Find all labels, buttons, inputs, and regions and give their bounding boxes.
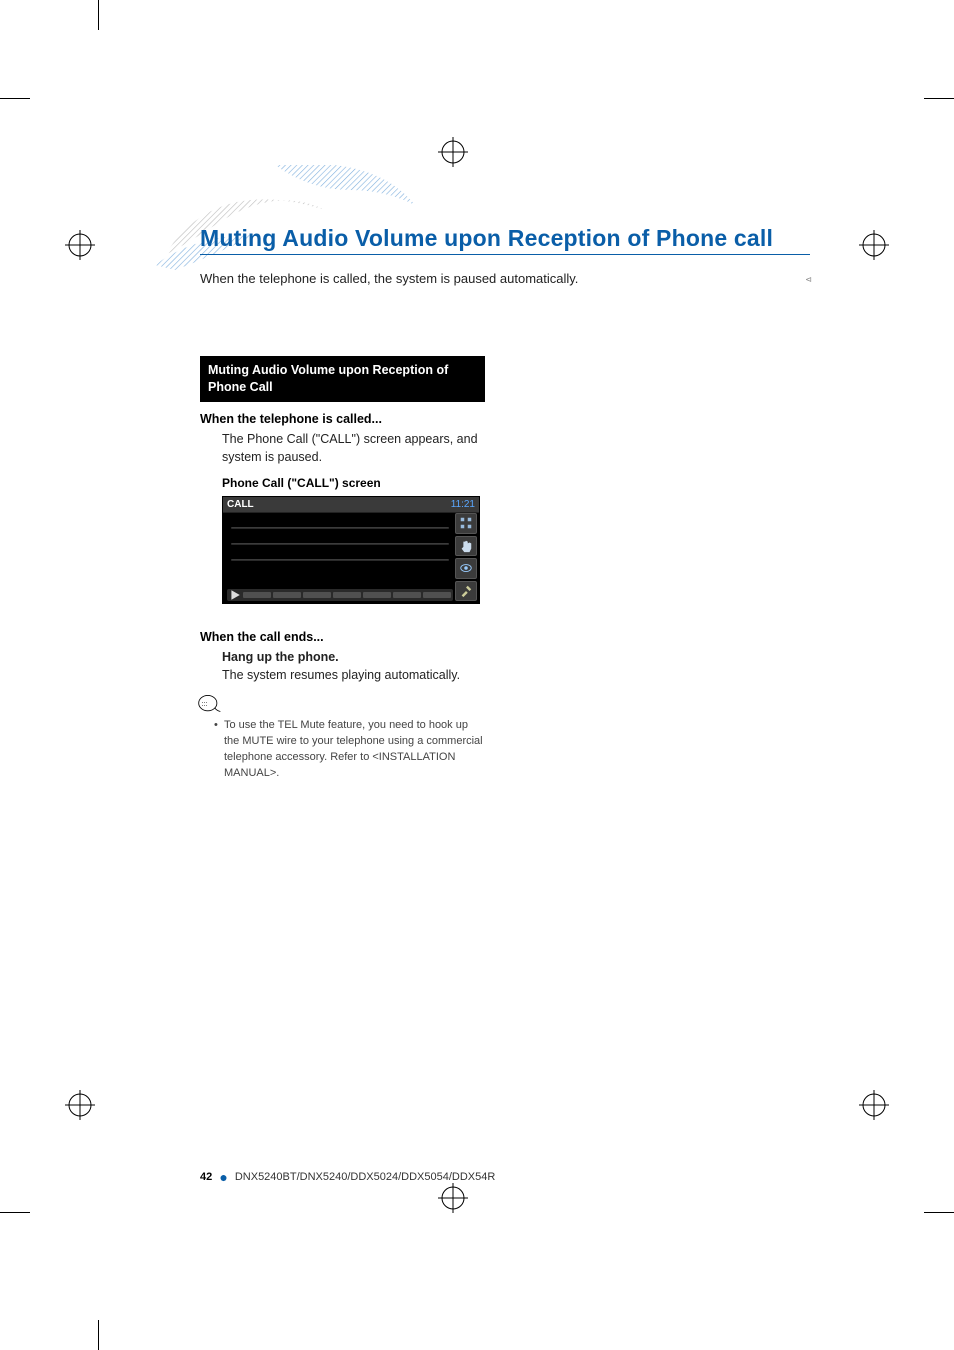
intro-text: When the telephone is called, the system… xyxy=(200,271,810,286)
footer-models: DNX5240BT/DNX5240/DDX5024/DDX5054/DDX54R xyxy=(235,1171,495,1183)
call-screen-time: 11:21 xyxy=(451,499,475,510)
call-screen-title: CALL xyxy=(227,499,254,510)
play-icon xyxy=(229,590,241,600)
crop-mark xyxy=(0,1212,40,1252)
crop-mark xyxy=(914,1212,954,1252)
grid-icon xyxy=(455,513,477,534)
when-ends-sub: Hang up the phone. xyxy=(222,648,485,666)
screen-label: Phone Call ("CALL") screen xyxy=(222,476,485,490)
registration-mark xyxy=(859,230,889,260)
page-number: 42 xyxy=(200,1171,212,1183)
when-called-body: The Phone Call ("CALL") screen appears, … xyxy=(222,430,485,466)
registration-mark xyxy=(859,1090,889,1120)
footer: 42 ● DNX5240BT/DNX5240/DDX5024/DDX5054/D… xyxy=(200,1169,495,1185)
registration-mark xyxy=(438,137,468,167)
crop-mark xyxy=(98,0,138,40)
crop-mark xyxy=(98,1310,138,1350)
note-body: To use the TEL Mute feature, you need to… xyxy=(224,719,483,779)
eye-icon xyxy=(455,558,477,579)
when-ends-body: The system resumes playing automatically… xyxy=(222,666,485,684)
svg-text::::: ::: xyxy=(201,701,207,708)
call-screen-bottom-bar xyxy=(227,589,453,601)
registration-mark xyxy=(65,230,95,260)
section-heading: Muting Audio Volume upon Reception of Ph… xyxy=(200,356,485,402)
when-called-heading: When the telephone is called... xyxy=(200,412,485,426)
registration-mark xyxy=(438,1183,468,1213)
crop-mark xyxy=(914,98,954,138)
bullet-icon: ● xyxy=(215,1169,231,1185)
page-title: Muting Audio Volume upon Reception of Ph… xyxy=(200,225,810,255)
note-icon: ::: xyxy=(198,694,226,714)
hand-icon xyxy=(455,536,477,557)
tools-icon xyxy=(455,581,477,602)
note-text: • To use the TEL Mute feature, you need … xyxy=(214,718,485,782)
call-screen-figure: CALL 11:21 xyxy=(222,496,480,604)
registration-mark xyxy=(65,1090,95,1120)
crop-mark xyxy=(0,98,40,138)
when-ends-heading: When the call ends... xyxy=(200,630,485,644)
